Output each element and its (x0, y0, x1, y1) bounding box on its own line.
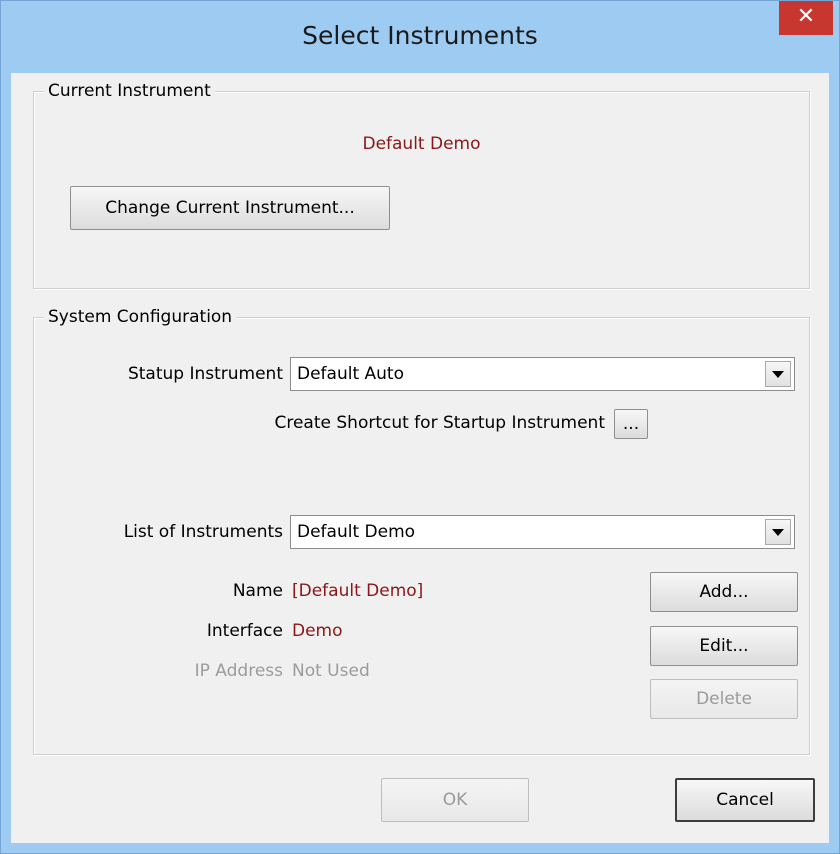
ok-button[interactable]: OK (381, 778, 529, 822)
cancel-button[interactable]: Cancel (675, 778, 815, 822)
change-current-instrument-button[interactable]: Change Current Instrument... (70, 186, 390, 230)
dialog-window: Select Instruments ✕ Current Instrument … (0, 0, 840, 854)
current-instrument-legend: Current Instrument (44, 79, 215, 103)
dialog-client-area: Current Instrument Default Demo Change C… (11, 73, 829, 843)
interface-value: Demo (292, 621, 343, 641)
list-of-instruments-label: List of Instruments (123, 522, 283, 542)
window-title: Select Instruments (302, 21, 538, 50)
startup-instrument-label: Statup Instrument (127, 364, 283, 384)
system-configuration-group: System Configuration Statup Instrument D… (33, 305, 810, 755)
system-configuration-legend: System Configuration (44, 305, 237, 329)
list-of-instruments-dropdown[interactable]: Default Demo (290, 515, 795, 549)
ip-address-label: IP Address (194, 661, 283, 681)
edit-instrument-button[interactable]: Edit... (650, 626, 798, 666)
startup-instrument-selected: Default Auto (297, 364, 404, 384)
current-instrument-value: Default Demo (362, 134, 481, 154)
current-instrument-group: Current Instrument Default Demo Change C… (33, 79, 810, 289)
close-button[interactable]: ✕ (779, 1, 833, 35)
title-bar[interactable]: Select Instruments ✕ (1, 1, 839, 73)
add-instrument-button[interactable]: Add... (650, 572, 798, 612)
name-label: Name (232, 581, 283, 601)
startup-instrument-dropdown[interactable]: Default Auto (290, 357, 795, 391)
ip-address-value: Not Used (292, 661, 370, 681)
name-value: [Default Demo] (292, 581, 424, 601)
delete-instrument-button[interactable]: Delete (650, 679, 798, 719)
close-icon: ✕ (796, 4, 816, 29)
create-shortcut-button[interactable]: ... (614, 409, 648, 439)
list-of-instruments-selected: Default Demo (297, 522, 416, 542)
chevron-down-icon[interactable] (765, 361, 791, 387)
chevron-down-icon[interactable] (765, 519, 791, 545)
interface-label: Interface (206, 621, 283, 641)
create-shortcut-label: Create Shortcut for Startup Instrument (274, 413, 605, 433)
